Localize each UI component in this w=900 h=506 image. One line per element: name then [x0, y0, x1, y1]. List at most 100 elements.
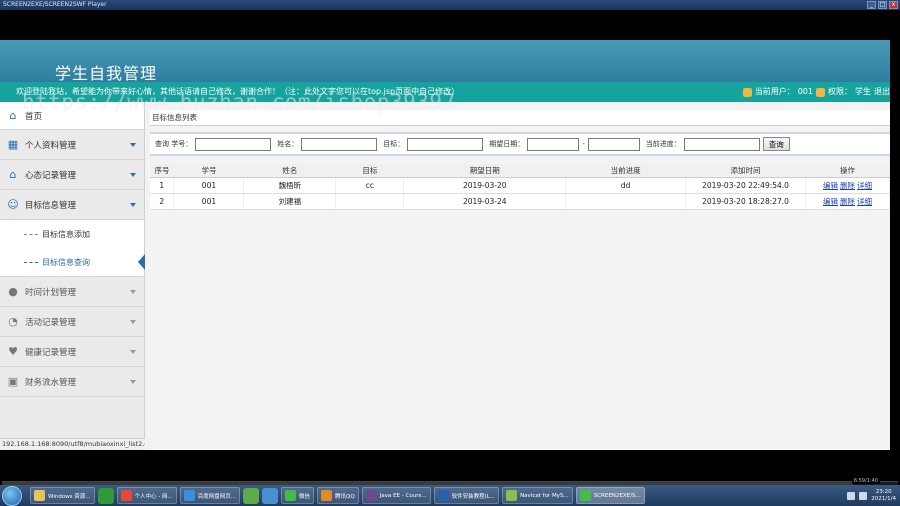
player-window-controls: _ □ x — [867, 0, 898, 10]
browser-status-url: 192.168.1.168:8090/utf8/mubiaoxinxi_list… — [0, 438, 145, 450]
app-icon[interactable] — [243, 487, 260, 504]
logout-link[interactable]: 退出 — [874, 82, 890, 102]
app-icon[interactable] — [262, 487, 279, 504]
sidebar-item-health[interactable]: ♥ 健康记录管理 — [0, 337, 144, 367]
player-title-bar: SCREEN2EXE/SCREEN2SWF Player — [0, 0, 900, 10]
grid-icon: ▦ — [7, 138, 19, 151]
taskbar-item[interactable]: 微信 — [281, 487, 315, 504]
cell-progress: dd — [565, 177, 687, 194]
browser-icon — [120, 490, 132, 501]
progress-input[interactable] — [683, 137, 760, 151]
close-icon[interactable]: x — [889, 1, 898, 9]
cell-added: 2019-03-20 22:49:54.0 — [685, 177, 806, 194]
sid-input[interactable] — [195, 137, 272, 151]
role-label: 权限： — [828, 87, 852, 96]
sidebar-item-label: 心态记录管理 — [25, 170, 77, 181]
bag-icon: ▣ — [7, 375, 19, 388]
player-title: SCREEN2EXE/SCREEN2SWF Player — [3, 1, 107, 8]
taskbar: Windows 资源... 个人中心 - 网... 百度网盘网页... 微信 腾… — [0, 485, 900, 506]
chevron-down-icon — [130, 203, 136, 207]
sidebar-item-schedule[interactable]: ● 时间计划管理 — [0, 277, 144, 307]
goals-table: 序号 学号 姓名 目标 期望日期 当前进度 添加时间 操作 1 001 魏梧昕 … — [150, 164, 890, 210]
sidebar-item-home[interactable]: ⌂ 首页 — [0, 102, 144, 130]
home-icon: ⌂ — [9, 168, 17, 181]
clock-date: 2021/1/4 — [871, 495, 896, 502]
submenu-item-query-goal[interactable]: 目标信息查询 — [0, 248, 145, 276]
goals-submenu: 目标信息添加 目标信息查询 — [0, 220, 145, 277]
taskbar-item[interactable]: 百度网盘网页... — [179, 487, 241, 504]
date-from-input[interactable] — [527, 137, 580, 151]
sidebar-item-goals[interactable]: ☺ 目标信息管理 — [0, 190, 144, 220]
target-input[interactable] — [407, 137, 484, 151]
volume-icon[interactable] — [859, 491, 868, 500]
cloud-icon — [183, 490, 195, 501]
cell-no: 1 — [150, 177, 175, 194]
sidebar-item-label: 财务流水管理 — [25, 377, 77, 388]
navicat-icon — [506, 490, 518, 501]
cell-no: 2 — [150, 193, 175, 210]
sidebar-item-label: 个人资料管理 — [25, 140, 77, 151]
clock-time: 23:20 — [875, 488, 892, 495]
active-indicator-icon — [138, 254, 145, 270]
network-icon[interactable] — [847, 491, 856, 500]
clock[interactable]: 23:20 2021/1/4 — [871, 489, 896, 503]
taskbar-item[interactable]: SCREEN2EXE/S... — [575, 487, 645, 504]
name-label: 姓名： — [277, 140, 299, 148]
current-user-label: 当前用户： — [754, 87, 795, 96]
query-sid-label: 查询 学号： — [155, 140, 193, 148]
col-header: 目标 — [335, 164, 404, 178]
sidebar-item-mood[interactable]: ⌂ 心态记录管理 — [0, 160, 144, 190]
sidebar-item-label: 首页 — [25, 111, 43, 122]
heart-icon: ♥ — [8, 345, 18, 358]
taskbar-item[interactable]: Java EE - Cours... — [361, 487, 431, 504]
detail-link[interactable]: 详细 — [857, 197, 872, 206]
name-input[interactable] — [301, 137, 378, 151]
cell-added: 2019-03-20 18:28:27.0 — [685, 193, 806, 210]
date-to-input[interactable] — [587, 137, 640, 151]
maximize-icon[interactable]: □ — [878, 1, 887, 9]
notice-bar: 欢迎登陆我站，希望能为你带来好心情，其他话语请自己修改，谢谢合作！（注：此处文字… — [0, 82, 890, 102]
minimize-icon[interactable]: _ — [867, 1, 876, 9]
submenu-item-add-goal[interactable]: 目标信息添加 — [0, 220, 144, 248]
sidebar-item-label: 目标信息管理 — [25, 200, 77, 211]
app-header: 学生自我管理 — [0, 40, 890, 83]
taskbar-item[interactable]: Windows 资源... — [30, 487, 95, 504]
chevron-down-icon — [130, 320, 136, 324]
page-title: 学生自我管理 — [55, 64, 158, 83]
detail-link[interactable]: 详细 — [857, 181, 872, 190]
sidebar-item-profile[interactable]: ▦ 个人资料管理 — [0, 130, 144, 160]
notice-text: 欢迎登陆我站，希望能为你带来好心情，其他话语请自己修改，谢谢合作！（注：此处文字… — [16, 87, 460, 96]
taskbar-item[interactable]: 腾讯QQ — [317, 487, 359, 504]
col-header: 当前进度 — [565, 164, 686, 178]
target-label: 目标： — [383, 140, 405, 148]
delete-link[interactable]: 删除 — [840, 181, 855, 190]
taskbar-item[interactable]: 软件安装教程(L... — [433, 487, 500, 504]
query-button[interactable]: 查询 — [762, 137, 790, 151]
col-header: 期望日期 — [403, 164, 566, 178]
taskbar-item[interactable]: Navicat for MyS... — [502, 487, 573, 504]
edit-link[interactable]: 编辑 — [823, 181, 838, 190]
search-bar: 查询 学号： 姓名： 目标： 期望日期： - 当前进度： 查询 — [150, 132, 890, 156]
start-button[interactable] — [2, 485, 22, 506]
sidebar-item-finance[interactable]: ▣ 财务流水管理 — [0, 367, 144, 397]
app-window: 学生自我管理 欢迎登陆我站，希望能为你带来好心情，其他话语请自己修改，谢谢合作！… — [0, 40, 890, 450]
cell-target — [335, 193, 405, 210]
edit-link[interactable]: 编辑 — [823, 197, 838, 206]
app-icon[interactable] — [97, 487, 114, 504]
taskbar-item[interactable]: 个人中心 - 网... — [116, 487, 177, 504]
cell-target: cc — [335, 177, 405, 194]
sidebar-item-activity[interactable]: ◔ 活动记录管理 — [0, 307, 144, 337]
chevron-down-icon — [130, 143, 136, 147]
folder-icon — [34, 490, 45, 501]
sidebar-item-label: 健康记录管理 — [25, 347, 77, 358]
users-icon: ☺ — [7, 198, 19, 211]
submenu-item-label: 目标信息添加 — [42, 229, 90, 239]
delete-link[interactable]: 删除 — [840, 197, 855, 206]
col-header: 序号 — [150, 164, 174, 178]
chevron-down-icon — [130, 350, 136, 354]
current-user: 001 — [797, 87, 813, 96]
cell-sid: 001 — [173, 177, 245, 194]
role-icon — [816, 87, 825, 97]
progress-label: 当前进度： — [645, 140, 681, 148]
col-header: 姓名 — [243, 164, 336, 178]
